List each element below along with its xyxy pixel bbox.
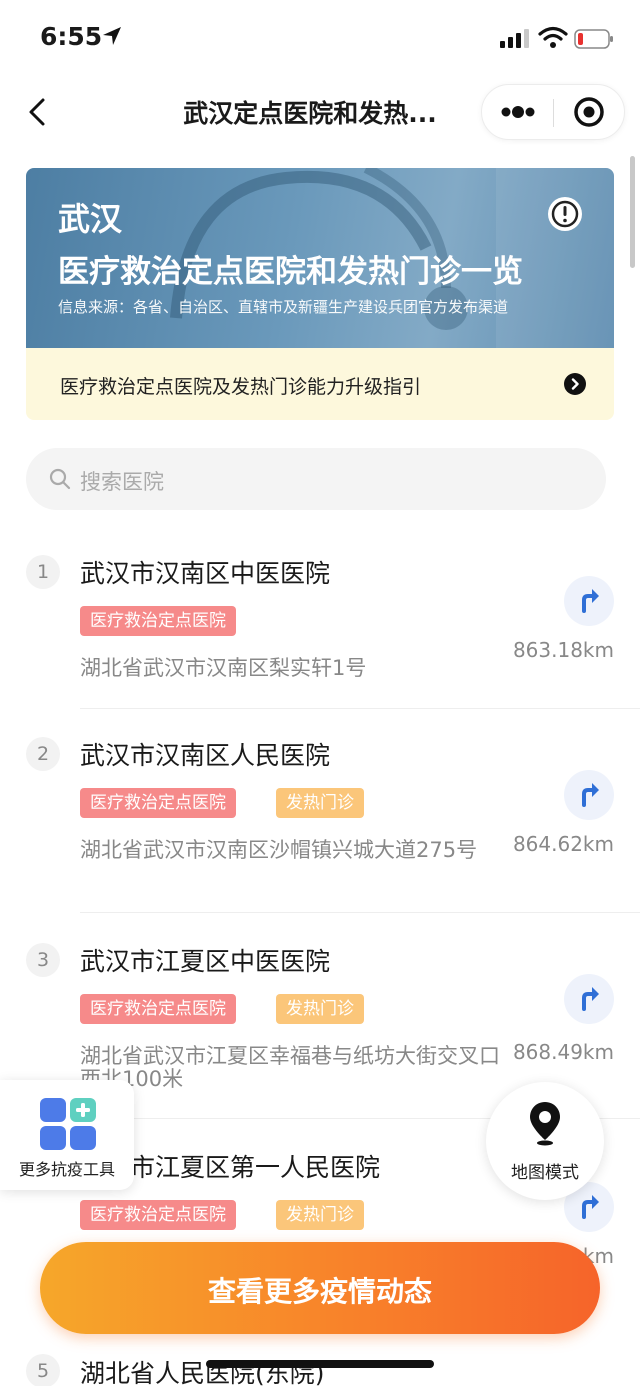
item-index: 1 xyxy=(26,555,60,589)
status-bar: 6:55 xyxy=(0,0,640,80)
tools-grid-icon xyxy=(40,1098,96,1150)
tag-designated-hospital: 医疗救治定点医院 xyxy=(80,606,236,636)
info-icon[interactable] xyxy=(547,196,583,232)
navigate-arrow-icon xyxy=(582,783,599,807)
navigate-arrow-icon xyxy=(582,589,599,613)
scrollbar[interactable] xyxy=(630,156,635,268)
hospital-name: 武汉市汉南区中医医院 xyxy=(80,559,331,588)
nav-bar: 武汉定点医院和发热... xyxy=(0,80,640,144)
search-placeholder: 搜索医院 xyxy=(80,470,164,494)
row-divider xyxy=(80,912,640,913)
list-item[interactable]: 2 武汉市汉南区人民医院 医疗救治定点医院 发热门诊 湖北省武汉市汉南区沙帽镇兴… xyxy=(0,722,640,914)
more-tools-button[interactable]: 更多抗疫工具 xyxy=(0,1080,134,1190)
hospital-address: 湖北省武汉市江夏区幸福巷与纸坊大街交叉口西北100米 xyxy=(80,1044,500,1091)
banner-title: 医疗救治定点医院和发热门诊一览 xyxy=(58,254,523,290)
banner-city: 武汉 xyxy=(58,200,123,238)
wifi-icon xyxy=(538,26,568,48)
miniprogram-capsule xyxy=(481,84,625,140)
more-dots-icon xyxy=(501,106,535,118)
hospital-name: 武汉市江夏区中医医院 xyxy=(80,947,331,976)
close-target-icon xyxy=(574,97,604,127)
hospital-address: 湖北省武汉市汉南区沙帽镇兴城大道275号 xyxy=(80,838,478,862)
hospital-distance: 863.18km xyxy=(512,638,614,662)
more-updates-label: 查看更多疫情动态 xyxy=(207,1275,432,1308)
navigate-button[interactable] xyxy=(564,974,614,1024)
hero-banner: 武汉 医疗救治定点医院和发热门诊一览 信息来源：各省、自治区、直辖市及新疆生产建… xyxy=(26,168,614,348)
navigate-arrow-icon xyxy=(582,987,599,1011)
tag-fever-clinic: 发热门诊 xyxy=(276,1200,364,1230)
list-item[interactable]: 1 武汉市汉南区中医医院 医疗救治定点医院 湖北省武汉市汉南区梨实轩1号 863… xyxy=(0,540,640,710)
search-icon xyxy=(49,468,71,490)
page-title: 武汉定点医院和发热... xyxy=(183,99,437,128)
hospital-name: 武汉市汉南区人民医院 xyxy=(80,741,331,770)
hospital-distance: 864.62km xyxy=(512,832,614,856)
hospital-distance: 868.49km xyxy=(512,1040,614,1064)
home-indicator[interactable] xyxy=(206,1360,434,1368)
navigate-button[interactable] xyxy=(564,770,614,820)
search-input[interactable]: 搜索医院 xyxy=(26,448,606,510)
tag-fever-clinic: 发热门诊 xyxy=(276,994,364,1024)
map-pin-icon xyxy=(530,1102,560,1146)
more-button[interactable] xyxy=(482,85,553,139)
map-mode-label: 地图模式 xyxy=(511,1163,579,1183)
hospital-address: 湖北省武汉市汉南区梨实轩1号 xyxy=(80,656,367,680)
tag-designated-hospital: 医疗救治定点医院 xyxy=(80,994,236,1024)
guide-link-label: 医疗救治定点医院及发热门诊能力升级指引 xyxy=(60,376,422,398)
tag-designated-hospital: 医疗救治定点医院 xyxy=(80,1200,236,1230)
guide-link[interactable]: 医疗救治定点医院及发热门诊能力升级指引 xyxy=(26,348,614,420)
close-button[interactable] xyxy=(554,85,624,139)
tag-fever-clinic: 发热门诊 xyxy=(276,788,364,818)
signal-icon xyxy=(500,29,529,48)
tag-designated-hospital: 医疗救治定点医院 xyxy=(80,788,236,818)
item-index: 3 xyxy=(26,943,60,977)
item-index: 5 xyxy=(26,1354,60,1386)
banner-source: 信息来源：各省、自治区、直辖市及新疆生产建设兵团官方发布渠道 xyxy=(58,298,509,316)
map-mode-button[interactable]: 地图模式 xyxy=(486,1082,604,1200)
item-index: 2 xyxy=(26,737,60,771)
battery-icon xyxy=(574,29,613,49)
back-icon[interactable] xyxy=(18,92,58,132)
row-divider xyxy=(80,708,640,709)
more-tools-label: 更多抗疫工具 xyxy=(18,1160,115,1179)
hospital-name: 湖北省人民医院(东院) xyxy=(80,1359,325,1386)
location-arrow-icon xyxy=(103,27,121,45)
navigate-button[interactable] xyxy=(564,576,614,626)
more-updates-button[interactable]: 查看更多疫情动态 xyxy=(40,1242,600,1334)
chevron-right-icon xyxy=(564,373,586,395)
status-time: 6:55 xyxy=(40,22,103,51)
